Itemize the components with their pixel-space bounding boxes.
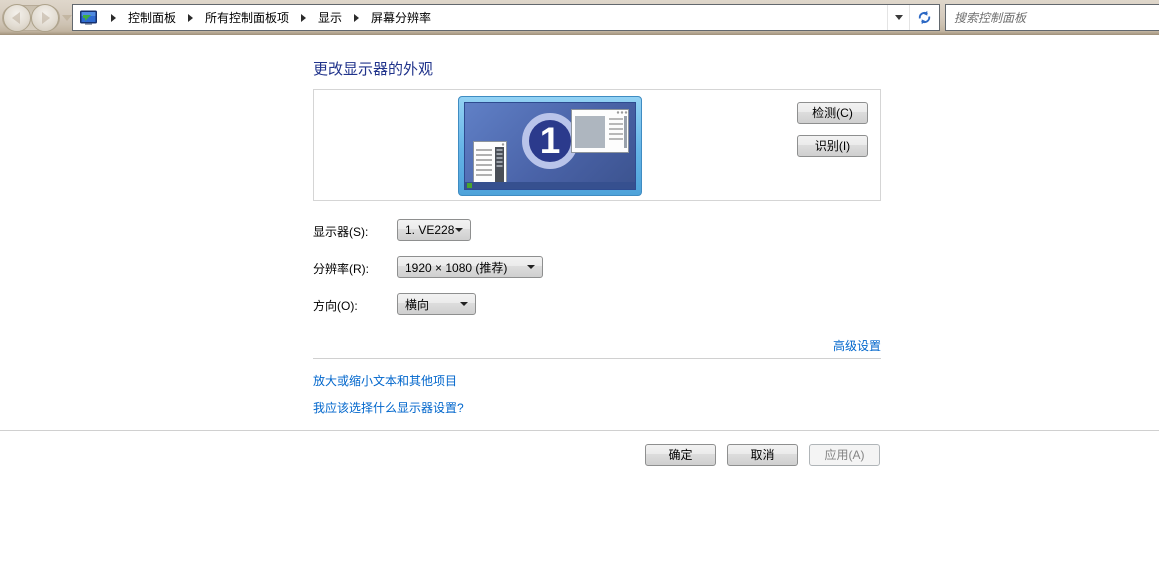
advanced-settings-link[interactable]: 高级设置 xyxy=(833,339,881,353)
footer-divider xyxy=(0,430,1159,431)
resolution-value: 1920 × 1080 (推荐) xyxy=(405,259,507,276)
monitor-screen: 1 xyxy=(464,102,636,190)
address-history-dropdown[interactable] xyxy=(887,5,909,30)
breadcrumb-separator-icon xyxy=(111,14,116,22)
recent-pages-chevron-icon[interactable] xyxy=(62,15,72,21)
resize-text-link[interactable]: 放大或缩小文本和其他项目 xyxy=(313,372,457,389)
breadcrumb-control-panel[interactable]: 控制面板 xyxy=(124,4,180,31)
monitor-number: 1 xyxy=(540,122,561,159)
thumbnail-start-button-icon xyxy=(467,183,472,188)
breadcrumb-separator-icon xyxy=(188,14,193,22)
display-icon xyxy=(79,10,99,26)
refresh-button[interactable] xyxy=(909,5,939,30)
refresh-icon xyxy=(917,10,932,25)
chevron-down-icon xyxy=(455,228,463,232)
display-select[interactable]: 1. VE228 xyxy=(397,219,471,241)
advanced-settings-row: 高级设置 xyxy=(313,337,881,354)
page-title: 更改显示器的外观 xyxy=(313,58,433,79)
back-arrow-icon xyxy=(12,12,20,24)
breadcrumb-separator-icon xyxy=(354,14,359,22)
monitor-thumbnail[interactable]: 1 xyxy=(458,96,642,196)
desktop-window-thumbnail-icon xyxy=(571,109,629,153)
resolution-row: 分辨率(R): 1920 × 1080 (推荐) xyxy=(313,256,881,278)
monitor-preview-panel: 1 xyxy=(313,89,881,201)
chevron-down-icon xyxy=(460,302,468,306)
screen-resolution-window: 控制面板 所有控制面板项 显示 屏幕分辨率 更 xyxy=(0,0,1159,566)
section-divider xyxy=(313,358,881,359)
resolution-select[interactable]: 1920 × 1080 (推荐) xyxy=(397,256,543,278)
breadcrumb-separator-icon xyxy=(301,14,306,22)
display-value: 1. VE228 xyxy=(405,223,454,237)
navigation-toolbar: 控制面板 所有控制面板项 显示 屏幕分辨率 xyxy=(0,0,1159,35)
forward-arrow-icon xyxy=(42,12,50,24)
address-bar[interactable]: 控制面板 所有控制面板项 显示 屏幕分辨率 xyxy=(72,4,940,31)
chevron-down-icon xyxy=(527,265,535,269)
orientation-value: 横向 xyxy=(405,296,429,313)
monitor-number-badge: 1 xyxy=(522,113,578,169)
cancel-button[interactable]: 取消 xyxy=(727,444,798,466)
thumbnail-taskbar xyxy=(465,182,635,189)
search-input[interactable] xyxy=(946,5,1159,30)
breadcrumb-screen-resolution[interactable]: 屏幕分辨率 xyxy=(367,4,435,31)
chevron-down-icon xyxy=(895,15,903,20)
which-display-settings-link[interactable]: 我应该选择什么显示器设置? xyxy=(313,399,464,416)
apply-button[interactable]: 应用(A) xyxy=(809,444,880,466)
back-button[interactable] xyxy=(3,4,31,32)
identify-button[interactable]: 识别(I) xyxy=(797,135,868,157)
nav-button-group xyxy=(2,2,70,33)
detect-button[interactable]: 检测(C) xyxy=(797,102,868,124)
orientation-row: 方向(O): 横向 xyxy=(313,293,881,315)
forward-button[interactable] xyxy=(31,4,59,32)
breadcrumb-all-items[interactable]: 所有控制面板项 xyxy=(201,4,293,31)
breadcrumb-display[interactable]: 显示 xyxy=(314,4,346,31)
resolution-label: 分辨率(R): xyxy=(313,260,369,277)
display-label: 显示器(S): xyxy=(313,223,368,240)
search-box xyxy=(945,4,1159,31)
preview-buttons: 检测(C) 识别(I) xyxy=(797,102,868,157)
orientation-select[interactable]: 横向 xyxy=(397,293,476,315)
ok-button[interactable]: 确定 xyxy=(645,444,716,466)
orientation-label: 方向(O): xyxy=(313,297,358,314)
display-row: 显示器(S): 1. VE228 xyxy=(313,219,881,241)
